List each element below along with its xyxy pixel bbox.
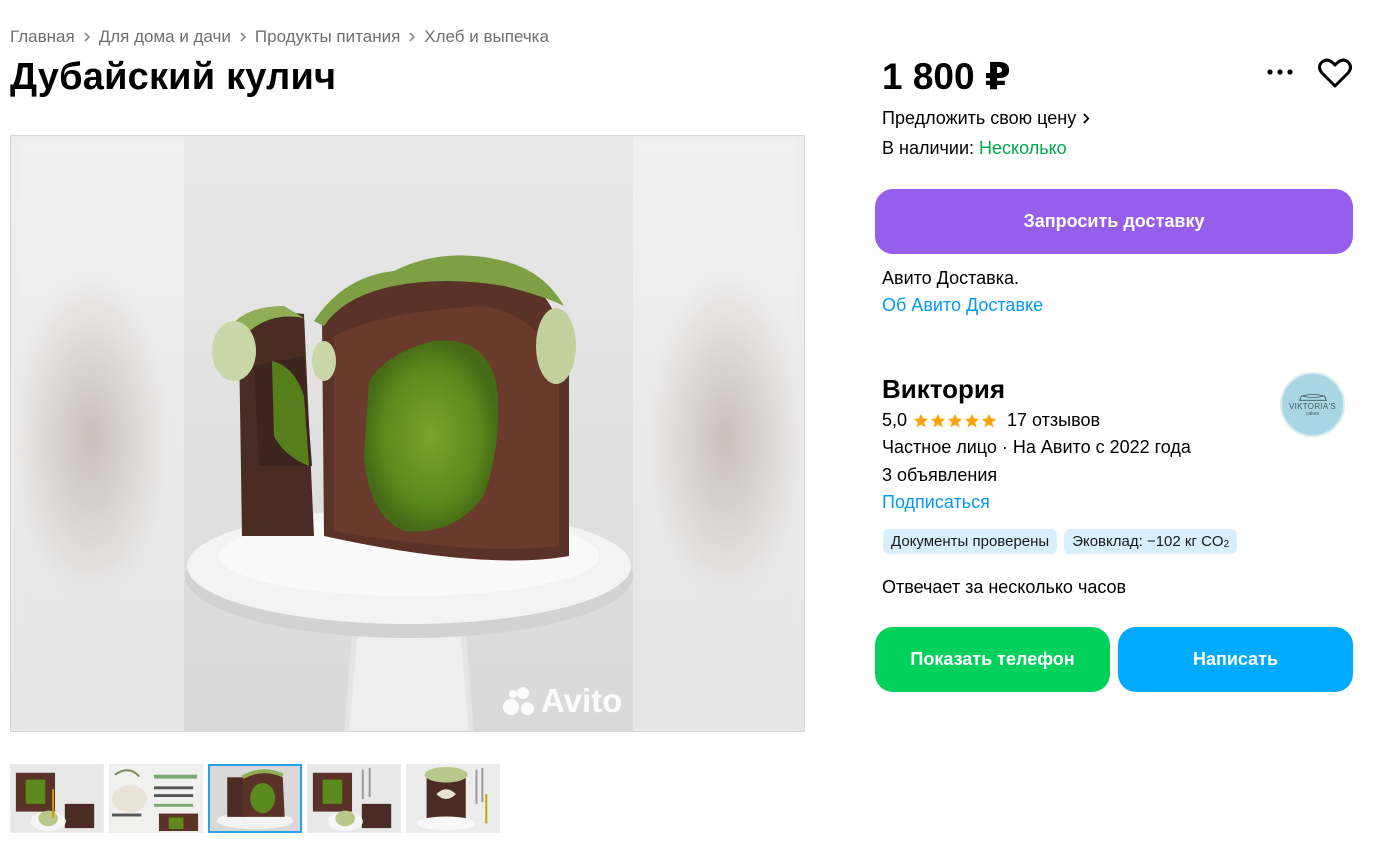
chevron-right-icon — [231, 29, 255, 46]
avatar-brand-sub: cakes — [1305, 411, 1320, 417]
thumbnail-image — [210, 766, 300, 831]
seller-name[interactable]: Виктория — [882, 374, 1005, 405]
chevron-right-icon — [400, 29, 424, 46]
price: 1 800 ₽ — [882, 56, 1011, 97]
main-photo[interactable] — [184, 136, 633, 731]
chevron-right-icon — [1083, 113, 1090, 124]
badge-eco-contribution[interactable]: Эковклад: −102 кг CO 2 — [1064, 529, 1238, 554]
response-time: Отвечает за несколько часов — [882, 577, 1127, 597]
delivery-text: Авито Доставка. — [882, 268, 1019, 288]
offer-price-link[interactable]: Предложить свою цену — [882, 108, 1091, 129]
star-icon — [930, 413, 946, 427]
thumbnail-4[interactable] — [307, 764, 401, 833]
avito-logo-icon — [501, 685, 535, 717]
rating-stars — [913, 413, 997, 429]
watermark-text: Avito — [541, 682, 623, 719]
page-title: Дубайский кулич — [10, 56, 337, 98]
seller-badges: Документы проверены Эковклад: −102 кг CO… — [883, 529, 1238, 554]
breadcrumb-home-garden[interactable]: Для дома и дачи — [99, 27, 231, 47]
breadcrumb-bread-bakery[interactable]: Хлеб и выпечка — [424, 27, 549, 47]
about-delivery-link[interactable]: Об Авито Доставке — [882, 295, 1043, 316]
seller-info: Частное лицо · На Авито с 2022 года — [882, 437, 1191, 457]
subscribe-link[interactable]: Подписаться — [882, 492, 990, 513]
show-phone-button[interactable]: Показать телефон — [875, 627, 1110, 692]
badge-eco-sub: 2 — [1223, 539, 1230, 550]
star-icon — [913, 413, 929, 427]
thumbnail-image — [110, 765, 202, 832]
listing-page: Главная Для дома и дачи Продукты питания… — [0, 0, 1396, 846]
thumbnail-2[interactable] — [109, 764, 203, 833]
star-icon — [947, 413, 963, 427]
thumbnail-3[interactable] — [208, 764, 302, 833]
star-icon — [981, 413, 997, 427]
thumbnail-5[interactable] — [406, 764, 500, 833]
offer-price-label: Предложить свою цену — [882, 108, 1077, 128]
reviews-link[interactable]: 17 отзывов — [1007, 410, 1100, 431]
write-message-button[interactable]: Написать — [1118, 627, 1353, 692]
availability-label: В наличии: — [882, 138, 980, 158]
availability: В наличии: Несколько — [882, 138, 1067, 159]
photo-gallery[interactable]: Avito — [10, 135, 805, 732]
chevron-right-icon — [75, 29, 99, 46]
avatar-brand-text: VIKTORIA'S — [1288, 402, 1337, 411]
avito-watermark: Avito — [501, 682, 622, 720]
rating-value: 5,0 — [882, 410, 908, 430]
availability-value: Несколько — [979, 138, 1067, 158]
cake-logo-icon — [1298, 394, 1327, 401]
more-dots-icon[interactable] — [1266, 62, 1294, 82]
thumbnail-1[interactable] — [10, 764, 104, 833]
seller-rating: 5,0 17 отзывов — [882, 410, 1100, 431]
thumbnail-image — [308, 765, 400, 832]
request-delivery-button[interactable]: Запросить доставку — [875, 189, 1353, 254]
heart-icon[interactable] — [1318, 57, 1352, 89]
badge-documents-verified[interactable]: Документы проверены — [883, 529, 1058, 554]
breadcrumb-food[interactable]: Продукты питания — [255, 27, 400, 47]
breadcrumb-home[interactable]: Главная — [10, 27, 75, 47]
thumbnail-strip — [10, 764, 500, 833]
breadcrumb: Главная Для дома и дачи Продукты питания… — [10, 27, 549, 47]
cake-photo-image — [184, 136, 633, 731]
seller-ads-count[interactable]: 3 объявления — [882, 465, 997, 486]
thumbnail-image — [407, 765, 499, 832]
thumbnail-image — [11, 765, 103, 832]
star-icon — [964, 413, 980, 427]
badge-eco-label: Эковклад: −102 кг CO — [1072, 533, 1224, 550]
seller-avatar[interactable]: VIKTORIA'S cakes — [1280, 372, 1345, 437]
